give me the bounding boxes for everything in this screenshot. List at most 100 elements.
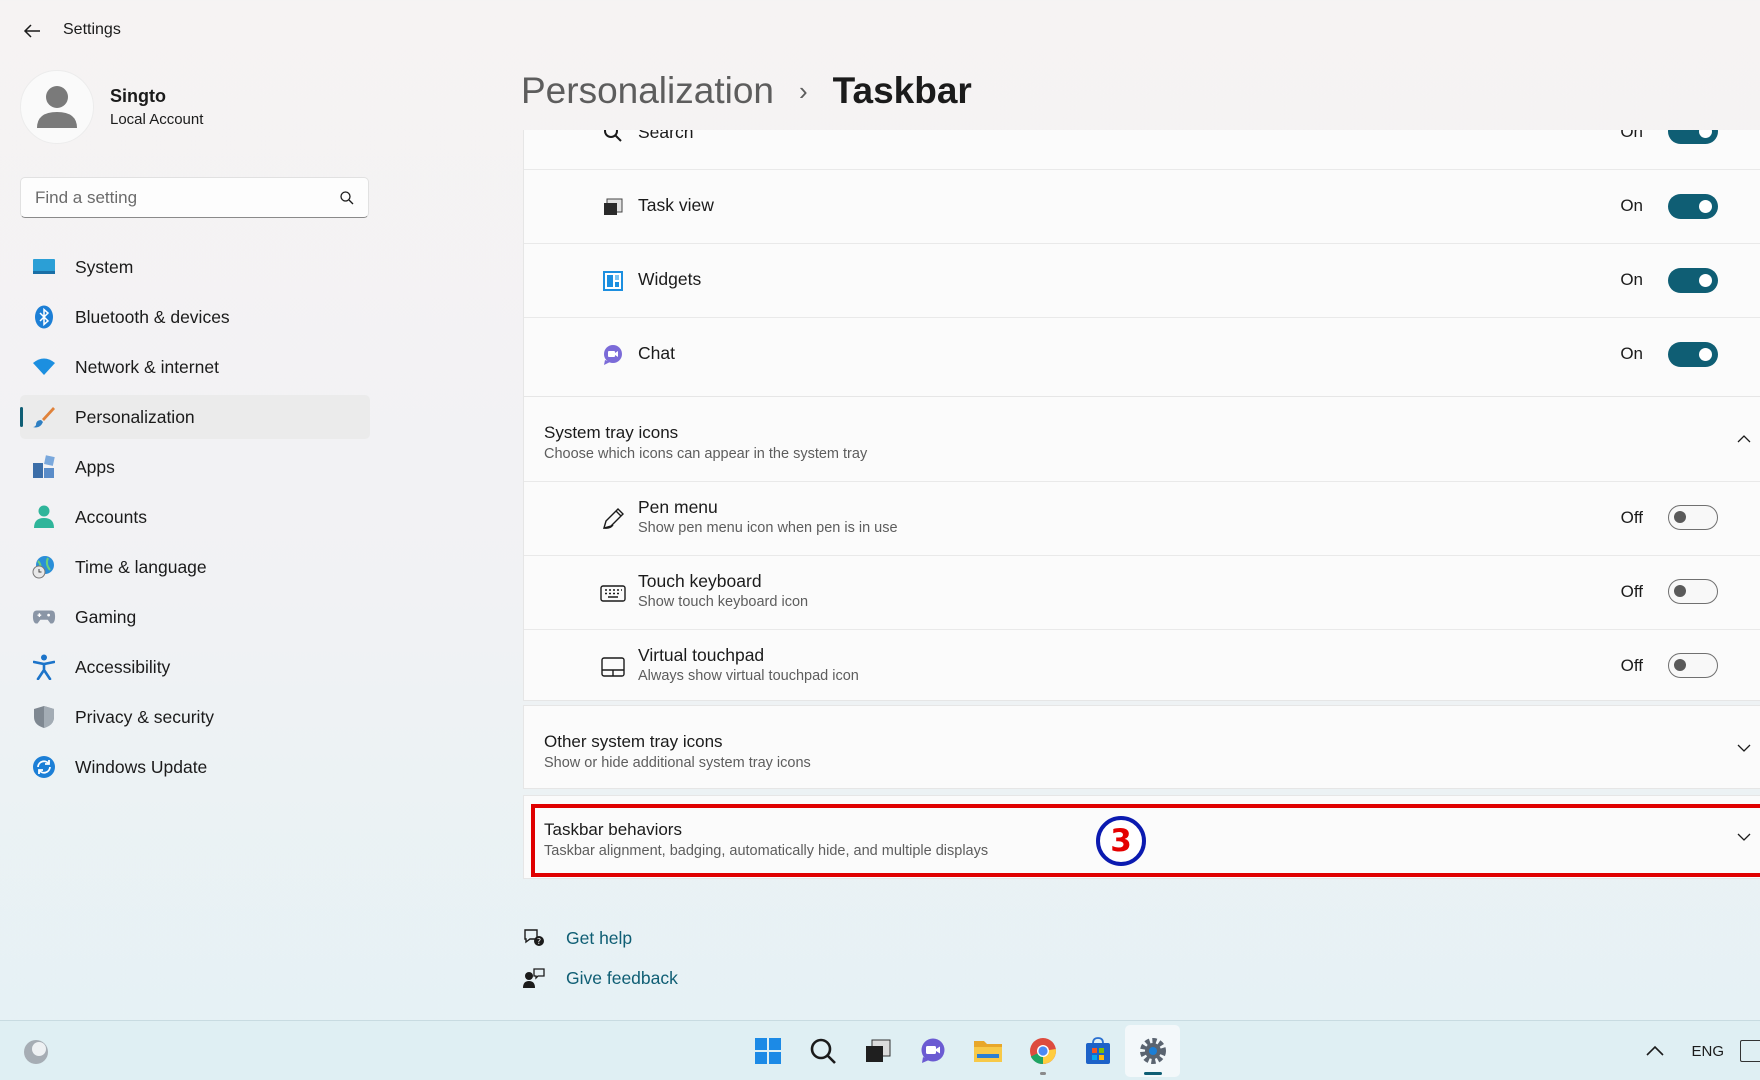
toggle-state-text: On xyxy=(1620,344,1643,363)
keyboard-icon xyxy=(600,580,626,606)
search-box[interactable] xyxy=(20,177,369,218)
tray-item-row: Pen menu Show pen menu icon when pen is … xyxy=(524,481,1760,555)
chevron-up-icon[interactable] xyxy=(1736,431,1752,447)
sidebar-item-label: Accessibility xyxy=(75,656,171,677)
store-button[interactable] xyxy=(1070,1025,1125,1077)
running-indicator xyxy=(1143,1072,1162,1075)
sidebar-item-label: Apps xyxy=(75,456,115,477)
user-profile[interactable]: Singto Local Account xyxy=(20,70,203,144)
profile-account-type: Local Account xyxy=(110,111,204,128)
sidebar-item-accounts[interactable]: Accounts xyxy=(20,495,370,539)
taskbar-item-row: Search On xyxy=(524,130,1760,169)
tray-item-label: Pen menu xyxy=(638,497,718,517)
system-tray: ENG xyxy=(1643,1021,1760,1080)
tray-item-description: Show pen menu icon when pen is in use xyxy=(638,520,898,536)
running-indicator xyxy=(1039,1072,1046,1075)
language-indicator[interactable]: ENG xyxy=(1691,1043,1724,1060)
chat-button[interactable] xyxy=(905,1025,960,1077)
sidebar-item-label: System xyxy=(75,256,134,277)
bluetooth-icon xyxy=(32,305,56,329)
page-title: Taskbar xyxy=(832,70,972,111)
sidebar-item-gaming[interactable]: Gaming xyxy=(20,595,370,639)
breadcrumb-parent[interactable]: Personalization xyxy=(521,70,774,112)
give-feedback-link[interactable]: Give feedback xyxy=(521,958,678,998)
wifi-icon xyxy=(32,355,56,379)
sidebar-item-privacy-security[interactable]: Privacy & security xyxy=(20,695,370,739)
help-chat-icon: ? xyxy=(521,925,547,951)
sidebar-item-network[interactable]: Network & internet xyxy=(20,345,370,389)
other-tray-card[interactable]: Other system tray icons Show or hide add… xyxy=(523,705,1760,789)
toggle-state-text: Off xyxy=(1620,508,1643,527)
person-icon xyxy=(32,505,56,529)
file-explorer-button[interactable] xyxy=(960,1025,1015,1077)
section-title: System tray icons xyxy=(544,423,679,442)
tray-item-row: Touch keyboard Show touch keyboard icon … xyxy=(524,555,1760,629)
tray-item-label: Touch keyboard xyxy=(638,571,762,591)
get-help-link[interactable]: ? Get help xyxy=(521,918,678,958)
tray-item-description: Always show virtual touchpad icon xyxy=(638,668,859,684)
sidebar-item-time-language[interactable]: Time & language xyxy=(20,545,370,589)
tray-item-label: Virtual touchpad xyxy=(638,645,765,665)
start-icon xyxy=(754,1038,781,1064)
sidebar-item-label: Gaming xyxy=(75,606,137,627)
app-title: Settings xyxy=(63,21,121,38)
sidebar-item-accessibility[interactable]: Accessibility xyxy=(20,645,370,689)
notification-icon[interactable] xyxy=(1740,1040,1760,1062)
taskbar-search-button[interactable] xyxy=(795,1025,850,1077)
chrome-button[interactable] xyxy=(1015,1025,1070,1077)
toggle-state-text: Off xyxy=(1620,582,1643,601)
task-view-icon xyxy=(865,1039,890,1062)
widgets-toggle[interactable] xyxy=(1668,268,1718,293)
search-input[interactable] xyxy=(35,187,340,208)
sidebar-item-apps[interactable]: Apps xyxy=(20,445,370,489)
search-icon xyxy=(340,190,354,204)
person-placeholder-icon xyxy=(37,86,77,128)
settings-content[interactable]: Search On Task view On Widgets On Chat O… xyxy=(523,130,1760,885)
task-view-button[interactable] xyxy=(850,1025,905,1077)
taskbar-item-row: Widgets On xyxy=(524,243,1760,317)
sidebar-nav: System Bluetooth & devices Network & int… xyxy=(20,245,370,795)
file-explorer-icon xyxy=(973,1041,1002,1062)
accessibility-icon xyxy=(32,654,56,680)
svg-text:?: ? xyxy=(537,937,541,946)
section-title: Taskbar behaviors xyxy=(544,820,682,839)
settings-button[interactable] xyxy=(1125,1025,1180,1077)
chevron-down-icon[interactable] xyxy=(1736,829,1752,845)
search-toggle[interactable] xyxy=(1668,130,1718,144)
toggle-state-text: On xyxy=(1620,130,1643,141)
weather-widget-icon[interactable] xyxy=(22,1038,50,1066)
chevron-down-icon[interactable] xyxy=(1736,740,1752,756)
sidebar-item-bluetooth[interactable]: Bluetooth & devices xyxy=(20,295,370,339)
step-marker: 3 xyxy=(1096,816,1146,866)
feedback-icon xyxy=(521,965,547,991)
tray-item-row: Virtual touchpad Always show virtual tou… xyxy=(524,629,1760,702)
touch-keyboard-toggle[interactable] xyxy=(1668,579,1718,604)
apps-icon xyxy=(32,455,56,479)
sidebar-item-label: Network & internet xyxy=(75,356,219,377)
sidebar-item-windows-update[interactable]: Windows Update xyxy=(20,745,370,789)
chrome-icon xyxy=(1029,1038,1056,1065)
taskbar-item-label: Search xyxy=(638,130,694,142)
pen-menu-toggle[interactable] xyxy=(1668,505,1718,530)
shield-icon xyxy=(32,705,56,729)
system-tray-header[interactable]: System tray icons Choose which icons can… xyxy=(524,397,1760,481)
brush-icon xyxy=(32,405,56,429)
gamepad-icon xyxy=(32,605,56,629)
chevron-up-icon[interactable] xyxy=(1643,1039,1667,1063)
sidebar-item-system[interactable]: System xyxy=(20,245,370,289)
back-button[interactable] xyxy=(18,18,46,44)
touchpad-icon xyxy=(600,654,626,680)
virtual-touchpad-toggle[interactable] xyxy=(1668,653,1718,678)
chat-icon xyxy=(921,1038,944,1063)
task-view-toggle[interactable] xyxy=(1668,194,1718,219)
sidebar-item-label: Bluetooth & devices xyxy=(75,306,230,327)
update-icon xyxy=(32,755,56,779)
section-title: Other system tray icons xyxy=(544,732,723,751)
breadcrumb-separator: › xyxy=(798,75,808,106)
sidebar-item-label: Privacy & security xyxy=(75,706,215,727)
sidebar-item-personalization[interactable]: Personalization xyxy=(20,395,370,439)
start-button[interactable] xyxy=(740,1025,795,1077)
chat-toggle[interactable] xyxy=(1668,342,1718,367)
settings-icon xyxy=(1139,1038,1166,1064)
taskbar-item-label: Task view xyxy=(638,195,714,215)
